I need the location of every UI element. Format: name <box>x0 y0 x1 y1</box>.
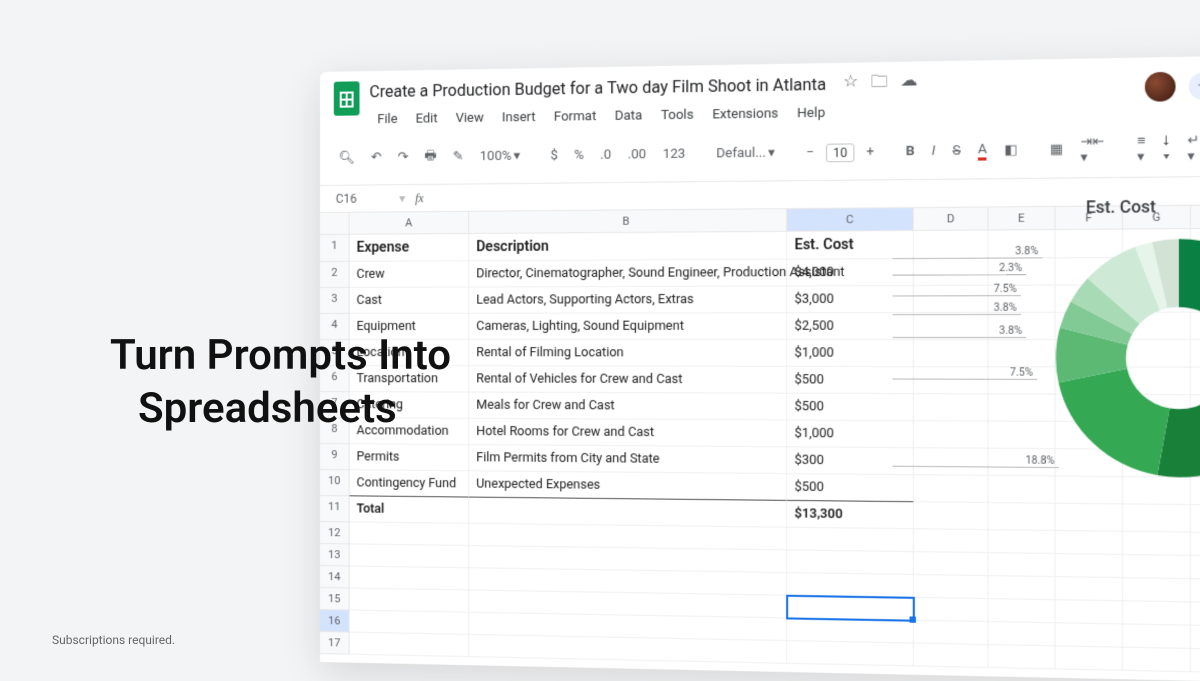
col-G[interactable]: G <box>1123 206 1191 230</box>
menu-extensions[interactable]: Extensions <box>704 102 787 127</box>
document-title[interactable]: Create a Production Budget for a Two day… <box>369 72 826 103</box>
star-icon[interactable]: ☆ <box>843 71 858 99</box>
selected-cell[interactable] <box>787 596 914 621</box>
header-expense[interactable]: Expense <box>350 234 470 262</box>
h-align-icon[interactable]: ≡ ▾ <box>1132 129 1151 168</box>
strikethrough-icon[interactable]: S <box>947 140 966 162</box>
zoom-select[interactable]: 100% ▾ <box>475 145 525 167</box>
text-color-icon[interactable]: A <box>973 138 993 163</box>
cloud-status-icon: ☁ <box>901 70 918 98</box>
col-A[interactable]: A <box>350 212 470 235</box>
currency-icon[interactable]: $ <box>545 145 563 167</box>
menu-view[interactable]: View <box>448 106 492 130</box>
font-size-increase[interactable]: + <box>861 141 879 163</box>
menu-data[interactable]: Data <box>607 104 651 128</box>
gemini-icon[interactable]: ✦ <box>1189 72 1200 100</box>
header-description[interactable]: Description <box>469 232 787 261</box>
sheets-window: Create a Production Budget for a Two day… <box>320 54 1200 681</box>
paint-format-icon[interactable]: ✎ <box>448 146 469 167</box>
marketing-headline: Turn Prompts Into Spreadsheets <box>110 330 451 435</box>
table-row[interactable]: Cast <box>350 288 470 314</box>
search-icon[interactable]: 🔍︎ <box>334 147 360 168</box>
borders-icon[interactable]: ▦ <box>1044 139 1068 161</box>
col-B[interactable]: B <box>469 209 787 234</box>
merge-icon[interactable]: ⇥⇤ ▾ <box>1075 130 1110 168</box>
font-size-decrease[interactable]: − <box>801 142 819 164</box>
print-icon[interactable]: 🖶 <box>419 143 441 171</box>
fx-icon: fx <box>415 190 424 205</box>
font-size-input[interactable]: 10 <box>826 143 855 162</box>
sheets-logo-icon <box>334 81 360 115</box>
menu-file[interactable]: File <box>369 108 405 132</box>
total-value[interactable]: $13,300 <box>787 501 914 529</box>
menu-format[interactable]: Format <box>546 105 605 129</box>
spreadsheet-grid[interactable]: A B C D E F G 1 Expense Description Est.… <box>320 205 1200 675</box>
font-select[interactable]: Defaul... ▾ <box>711 142 780 164</box>
bold-icon[interactable]: B <box>901 140 920 162</box>
menu-edit[interactable]: Edit <box>408 107 446 131</box>
col-C[interactable]: C <box>787 208 914 232</box>
col-E[interactable]: E <box>989 207 1056 231</box>
titlebar: Create a Production Budget for a Two day… <box>320 54 1200 132</box>
col-F[interactable]: F <box>1056 206 1123 230</box>
redo-icon[interactable]: ↷ <box>393 147 414 168</box>
cell-reference[interactable]: C16 <box>330 189 389 208</box>
undo-icon[interactable]: ↶ <box>366 147 387 168</box>
formula-input[interactable] <box>434 190 1200 198</box>
header-cost[interactable]: Est. Cost <box>787 231 914 260</box>
fill-color-icon[interactable]: ◧ <box>999 139 1023 161</box>
col-D[interactable]: D <box>914 207 989 230</box>
footnote: Subscriptions required. <box>52 633 175 647</box>
avatar[interactable] <box>1145 72 1176 102</box>
v-align-icon[interactable]: ⭣ ▾ <box>1157 129 1175 167</box>
menu-insert[interactable]: Insert <box>494 106 544 130</box>
total-label[interactable]: Total <box>350 496 470 524</box>
menu-help[interactable]: Help <box>789 101 834 125</box>
move-icon[interactable]: 🗀 <box>871 70 888 98</box>
italic-icon[interactable]: I <box>926 140 940 162</box>
percent-icon[interactable]: % <box>569 145 589 167</box>
wrap-icon[interactable]: ↵ ▾ <box>1182 129 1200 167</box>
table-row[interactable]: Contingency Fund <box>350 470 470 497</box>
more-formats-icon[interactable]: 123 <box>657 143 690 165</box>
menu-tools[interactable]: Tools <box>653 103 702 127</box>
decrease-decimal-icon[interactable]: .0 <box>595 144 616 166</box>
table-row[interactable]: Crew <box>350 261 470 288</box>
increase-decimal-icon[interactable]: .00 <box>623 144 652 166</box>
table-row[interactable]: Permits <box>350 444 470 471</box>
